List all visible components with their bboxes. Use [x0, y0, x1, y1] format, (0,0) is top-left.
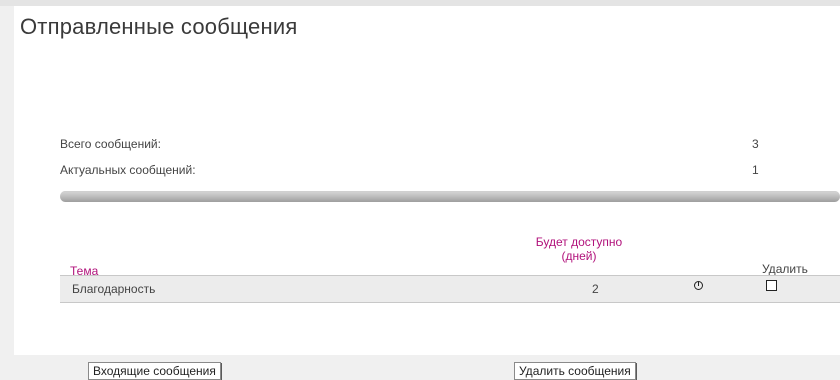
table-row: Благодарность 2: [60, 275, 840, 303]
column-header-available-line1: Будет доступно: [535, 235, 623, 249]
inbox-button[interactable]: Входящие сообщения: [88, 362, 221, 380]
active-messages-label: Актуальных сообщений:: [60, 163, 196, 177]
column-header-available-line2: (дней): [561, 249, 597, 263]
content-panel: Отправленные сообщения Всего сообщений: …: [14, 6, 840, 380]
total-messages-value: 3: [752, 137, 759, 151]
divider-bar: [60, 191, 840, 202]
delete-checkbox[interactable]: [766, 280, 777, 291]
active-messages-value: 1: [752, 163, 759, 177]
row-subject[interactable]: Благодарность: [72, 282, 155, 296]
timer-icon: [694, 281, 703, 290]
total-messages-label: Всего сообщений:: [60, 137, 161, 151]
column-header-available: Будет доступно (дней): [534, 235, 624, 263]
delete-messages-button[interactable]: Удалить сообщения: [514, 362, 636, 380]
page-title: Отправленные сообщения: [20, 14, 298, 39]
row-days-available: 2: [592, 282, 599, 296]
column-header-delete: Удалить: [762, 262, 808, 276]
